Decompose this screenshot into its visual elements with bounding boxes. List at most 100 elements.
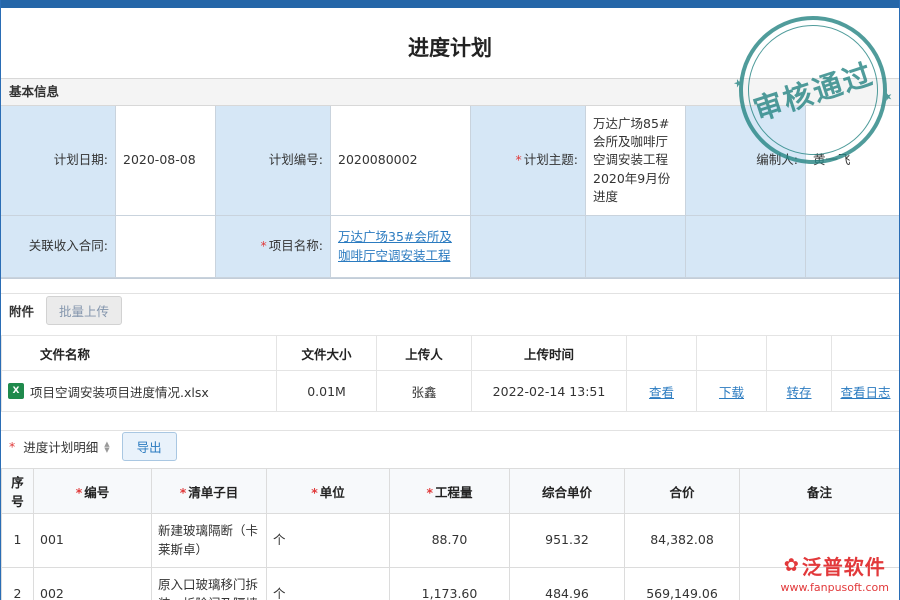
project-name-link[interactable]: 万达广场35#会所及咖啡厅空调安装工程 — [338, 228, 463, 266]
required-mark: * — [311, 485, 318, 500]
sort-icon[interactable]: ▲▼ — [104, 441, 109, 453]
download-cell: 下载 — [697, 371, 767, 412]
file-name-cell: X 项目空调安装项目进度情况.xlsx — [2, 371, 277, 412]
file-name-text: 项目空调安装项目进度情况.xlsx — [30, 382, 209, 401]
col-upload-time: 上传时间 — [472, 336, 627, 371]
col-action — [697, 336, 767, 371]
plan-no-label-text: 计划编号: — [269, 151, 323, 169]
save-as-link[interactable]: 转存 — [786, 385, 811, 400]
detail-section-bar: * 进度计划明细 ▲▼ 导出 — [1, 430, 899, 462]
seq-cell: 2 — [2, 568, 34, 600]
required-mark: * — [261, 237, 267, 255]
required-mark: * — [516, 151, 522, 169]
batch-upload-button[interactable]: 批量上传 — [46, 296, 122, 325]
view-cell: 查看 — [627, 371, 697, 412]
detail-section-title: 进度计划明细 — [23, 437, 98, 456]
col-action — [627, 336, 697, 371]
plan-no-label: 计划编号: — [216, 106, 331, 216]
attachments-title: 附件 — [9, 301, 34, 320]
col-item: *清单子目 — [152, 469, 267, 514]
item-cell: 新建玻璃隔断（卡莱斯卓） — [152, 514, 267, 568]
view-log-link[interactable]: 查看日志 — [840, 385, 890, 400]
unit-cell: 个 — [267, 568, 390, 600]
uploader-cell: 张鑫 — [377, 371, 472, 412]
contract-label-text: 关联收入合同: — [29, 237, 108, 255]
project-name-label-text: 项目名称: — [269, 237, 323, 255]
detail-row: 1 001 新建玻璃隔断（卡莱斯卓） 个 88.70 951.32 84,382… — [2, 514, 900, 568]
col-remark: 备注 — [740, 469, 900, 514]
col-unit-price: 综合单价 — [510, 469, 625, 514]
compiler-label: 编制人: — [686, 106, 806, 216]
col-file-name: 文件名称 — [2, 336, 277, 371]
col-unit: *单位 — [267, 469, 390, 514]
col-code-text: 编号 — [84, 485, 109, 500]
project-name-label: *项目名称: — [216, 216, 331, 278]
detail-table: 序号 *编号 *清单子目 *单位 *工程量 综合单价 合价 备注 1 001 新… — [1, 468, 900, 600]
attachments-header-row: 文件名称 文件大小 上传人 上传时间 — [2, 336, 900, 371]
empty-cell — [471, 216, 586, 278]
file-size-cell: 0.01M — [277, 371, 377, 412]
total-price-cell: 84,382.08 — [625, 514, 740, 568]
contract-label: 关联收入合同: — [1, 216, 116, 278]
plan-subject-value: 万达广场85#会所及咖啡厅空调安装工程2020年9月份进度 — [586, 106, 686, 216]
unit-cell: 个 — [267, 514, 390, 568]
empty-cell — [586, 216, 686, 278]
plan-date-label-text: 计划日期: — [54, 151, 108, 169]
empty-cell — [686, 216, 806, 278]
col-quantity-text: 工程量 — [435, 485, 473, 500]
upload-time-cell: 2022-02-14 13:51 — [472, 371, 627, 412]
plan-date-label: 计划日期: — [1, 106, 116, 216]
download-link[interactable]: 下载 — [719, 385, 744, 400]
page-title: 进度计划 — [1, 8, 899, 78]
required-mark: * — [180, 485, 187, 500]
unit-price-cell: 951.32 — [510, 514, 625, 568]
section-basic-info-title: 基本信息 — [9, 84, 59, 99]
section-basic-info-bar: 基本信息 — [1, 78, 899, 106]
detail-header-row: 序号 *编号 *清单子目 *单位 *工程量 综合单价 合价 备注 — [2, 469, 900, 514]
quantity-cell: 88.70 — [390, 514, 510, 568]
col-code: *编号 — [34, 469, 152, 514]
page: 进度计划 ★ 审核通过 ★ 基本信息 计划日期: 2020-08-08 计划编号… — [0, 0, 900, 600]
col-total-price: 合价 — [625, 469, 740, 514]
total-price-cell: 569,149.06 — [625, 568, 740, 600]
col-seq-text: 序号 — [11, 475, 24, 509]
attachment-row: X 项目空调安装项目进度情况.xlsx 0.01M 张鑫 2022-02-14 … — [2, 371, 900, 412]
col-file-size: 文件大小 — [277, 336, 377, 371]
seq-cell: 1 — [2, 514, 34, 568]
col-total-price-text: 合价 — [669, 485, 694, 500]
empty-cell — [806, 216, 899, 278]
item-cell: 原入口玻璃移门拆装、拆除门及隔墙 — [152, 568, 267, 600]
excel-file-icon: X — [8, 383, 24, 399]
plan-subject-label-text: 计划主题: — [524, 151, 578, 169]
col-unit-text: 单位 — [320, 485, 345, 500]
col-seq: 序号 — [2, 469, 34, 514]
view-log-cell: 查看日志 — [832, 371, 900, 412]
export-button[interactable]: 导出 — [122, 432, 177, 461]
code-cell: 002 — [34, 568, 152, 600]
attachments-bar: 附件 批量上传 — [1, 293, 899, 327]
col-unit-price-text: 综合单价 — [542, 485, 592, 500]
required-mark: * — [9, 439, 15, 454]
top-accent-bar — [1, 0, 899, 8]
col-uploader: 上传人 — [377, 336, 472, 371]
plan-date-value: 2020-08-08 — [116, 106, 216, 216]
view-link[interactable]: 查看 — [649, 385, 674, 400]
contract-value — [116, 216, 216, 278]
quantity-cell: 1,173.60 — [390, 568, 510, 600]
brand-url: www.fanpusoft.com — [781, 581, 889, 594]
brand-row: ✿ 泛普软件 — [781, 551, 889, 580]
compiler-label-text: 编制人: — [756, 151, 798, 169]
project-name-cell: 万达广场35#会所及咖啡厅空调安装工程 — [331, 216, 471, 278]
plan-subject-label: *计划主题: — [471, 106, 586, 216]
brand-flower-icon: ✿ — [784, 557, 799, 575]
code-cell: 001 — [34, 514, 152, 568]
unit-price-cell: 484.96 — [510, 568, 625, 600]
required-mark: * — [76, 485, 83, 500]
col-remark-text: 备注 — [807, 485, 832, 500]
sort-down-icon: ▼ — [104, 447, 109, 453]
col-action — [832, 336, 900, 371]
col-quantity: *工程量 — [390, 469, 510, 514]
col-action — [767, 336, 832, 371]
save-as-cell: 转存 — [767, 371, 832, 412]
plan-no-value: 2020080002 — [331, 106, 471, 216]
